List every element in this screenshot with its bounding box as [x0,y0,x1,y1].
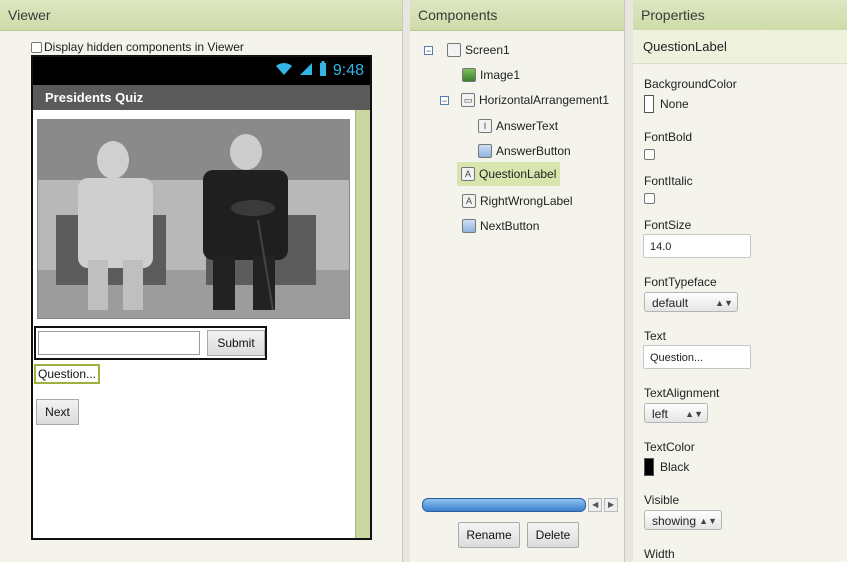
scroll-left-icon[interactable]: ◀ [588,498,603,512]
image1-photo[interactable] [37,119,350,319]
select-value: default [652,296,689,310]
tree-node-label: AnswerButton [496,144,571,158]
tree-node-answer-button[interactable]: AnswerButton [478,139,571,163]
phone-scroll-strip [355,110,370,538]
font-typeface-label: FontTypeface [644,275,717,289]
select-value: showing [652,514,697,528]
color-value: Black [660,460,690,474]
components-panel: Components − Screen1 Image1 − ▭ Horizont… [410,0,625,562]
viewer-panel: Viewer Display hidden components in View… [0,0,403,562]
select-arrows-icon: ▲▼ [699,516,717,526]
clock-time: 9:48 [332,62,364,79]
next-button[interactable]: Next [36,399,79,425]
answer-text-input[interactable] [38,331,200,355]
scroll-right-icon[interactable]: ▶ [604,498,618,512]
background-color-label: BackgroundColor [644,77,737,91]
arrangement-icon: ▭ [461,93,475,107]
app-title-bar: Presidents Quiz [33,85,370,110]
visible-label: Visible [644,493,680,507]
text-color-picker[interactable]: Black [644,458,689,476]
text-color-label: TextColor [644,440,695,454]
font-typeface-select[interactable]: default ▲▼ [644,292,738,312]
tree-node-label: NextButton [480,219,540,233]
tree-node-label: AnswerText [496,119,559,133]
submit-button[interactable]: Submit [207,330,265,356]
font-size-label: FontSize [644,218,692,232]
properties-panel: Properties QuestionLabel BackgroundColor… [633,0,847,562]
phone-preview: 9:48 Presidents Quiz Submit Question... … [31,55,372,540]
screen-content: Submit Question... Next [33,110,352,538]
components-header: Components [410,0,624,31]
rename-button[interactable]: Rename [458,522,520,548]
selected-component-name: QuestionLabel [633,30,847,64]
font-size-input[interactable]: 14.0 [643,234,751,258]
status-bar: 9:48 [33,57,370,85]
font-bold-checkbox[interactable] [644,149,655,160]
collapse-toggle-icon[interactable]: − [424,45,433,55]
tree-node-label: QuestionLabel [479,167,557,181]
color-swatch [644,458,654,476]
tree-node-next-button[interactable]: NextButton [462,214,539,238]
text-alignment-label: TextAlignment [644,386,720,400]
label-icon: A [461,167,475,181]
collapse-toggle-icon[interactable]: − [440,95,449,105]
color-swatch [644,95,654,113]
delete-button[interactable]: Delete [527,522,579,548]
tree-node-screen1[interactable]: − Screen1 [424,38,510,62]
display-hidden-toggle[interactable]: Display hidden components in Viewer [31,40,244,54]
tree-node-label: Image1 [480,68,521,82]
image-icon [462,68,476,82]
select-arrows-icon: ▲▼ [685,409,703,419]
panel-gap [625,0,633,562]
button-icon [478,144,492,158]
text-property-input[interactable]: Question... [643,345,751,369]
button-icon [462,219,476,233]
display-hidden-label: Display hidden components in Viewer [44,40,244,54]
screen-icon [447,43,461,57]
font-italic-label: FontItalic [644,174,693,188]
visible-select[interactable]: showing ▲▼ [644,510,722,530]
text-alignment-select[interactable]: left ▲▼ [644,403,708,423]
signal-icon [299,62,313,81]
horizontal-arrangement: Submit [34,326,267,360]
wifi-icon [275,62,293,81]
tree-node-horizontal-arrangement1[interactable]: − ▭ HorizontalArrangement1 [440,88,609,112]
tree-node-image1[interactable]: Image1 [462,63,520,87]
text-property-label: Text [644,329,667,343]
components-horizontal-scrollbar[interactable]: ◀ ▶ [422,498,618,512]
tree-node-label: Screen1 [465,43,510,57]
tree-node-right-wrong-label[interactable]: A RightWrongLabel [462,189,573,213]
background-color-picker[interactable]: None [644,95,689,113]
font-italic-checkbox[interactable] [644,193,655,204]
textbox-icon: I [478,119,492,133]
font-bold-label: FontBold [644,130,693,144]
select-value: left [652,407,669,421]
tree-node-question-label[interactable]: A QuestionLabel [457,162,561,186]
viewer-header: Viewer [0,0,402,31]
color-value: None [660,97,689,111]
tree-node-answer-text[interactable]: I AnswerText [478,114,558,138]
select-arrows-icon: ▲▼ [715,298,733,308]
display-hidden-checkbox[interactable] [31,41,42,53]
battery-icon [319,60,327,82]
tree-node-label: RightWrongLabel [480,194,573,208]
panel-gap [403,0,410,562]
width-label: Width [644,547,675,561]
scrollbar-thumb[interactable] [422,498,587,512]
question-label-preview[interactable]: Question... [34,364,101,384]
properties-header: Properties [633,0,847,31]
tree-node-label: HorizontalArrangement1 [479,93,610,107]
label-icon: A [462,194,476,208]
